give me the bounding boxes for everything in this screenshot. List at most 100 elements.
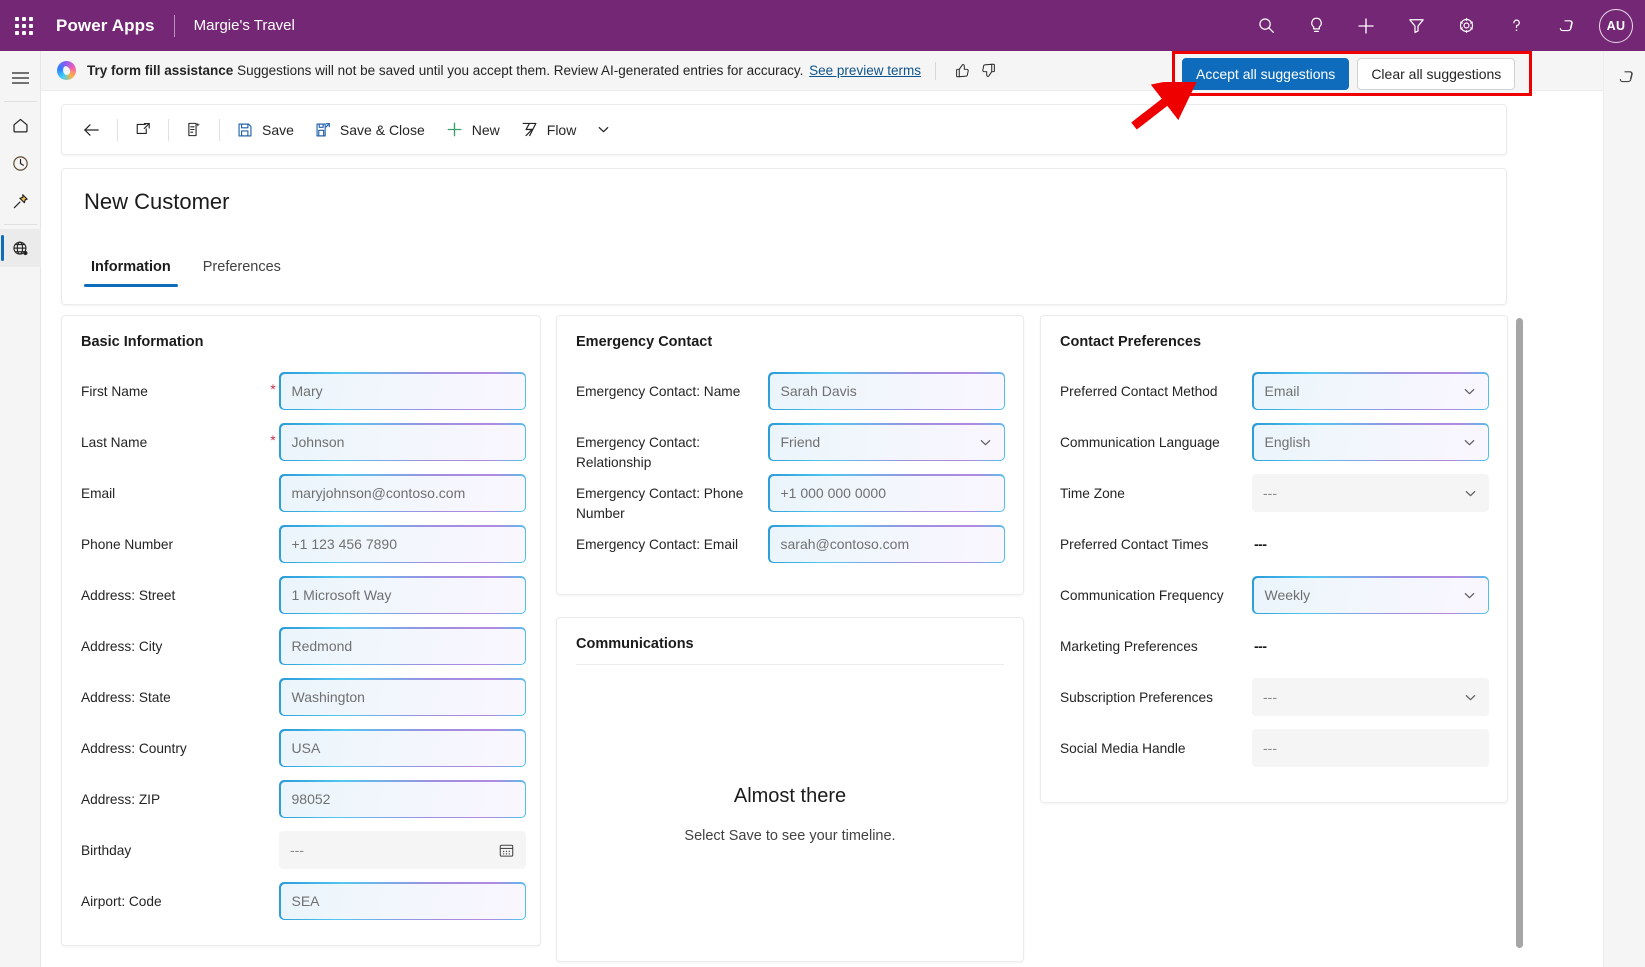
banner-message: Suggestions will not be saved until you … [237, 63, 803, 78]
thumbs-up-icon[interactable] [950, 58, 976, 84]
required-spacer [267, 474, 279, 483]
field-label: First Name [81, 372, 267, 402]
required-spacer [267, 882, 279, 891]
flow-button[interactable]: Flow [510, 112, 587, 148]
gear-icon[interactable] [1441, 0, 1491, 51]
field-label: Time Zone [1060, 474, 1252, 504]
tab-preferences[interactable]: Preferences [196, 255, 288, 287]
form-fill-assist-button[interactable] [175, 112, 213, 148]
field-row-emergency-name: Emergency Contact: Name Sarah Davis [576, 372, 1004, 423]
field-label: Address: Street [81, 576, 267, 606]
app-name[interactable]: Margie's Travel [194, 17, 295, 34]
tab-information[interactable]: Information [84, 255, 178, 287]
calendar-icon[interactable] [498, 842, 515, 859]
form-fill-icon [185, 120, 203, 139]
airport-code-input[interactable]: SEA [279, 882, 526, 920]
field-row-subscription-preferences: Subscription Preferences --- [1060, 678, 1488, 729]
field-value: Sarah Davis [781, 383, 857, 399]
email-input[interactable]: maryjohnson@contoso.com [279, 474, 526, 512]
help-icon[interactable] [1491, 0, 1541, 51]
field-value: English [1265, 434, 1311, 450]
field-label: Preferred Contact Method [1060, 372, 1252, 402]
subscription-preferences-select[interactable]: --- [1252, 678, 1489, 716]
flow-dropdown-button[interactable] [586, 112, 621, 148]
app-launcher-button[interactable] [0, 0, 48, 51]
sidebar-item-recent[interactable] [0, 144, 41, 182]
clear-all-suggestions-button[interactable]: Clear all suggestions [1357, 58, 1515, 90]
field-label: Address: ZIP [81, 780, 267, 810]
copilot-icon[interactable] [1541, 0, 1591, 51]
field-label: Address: State [81, 678, 267, 708]
field-label: Emergency Contact: Name [576, 372, 768, 402]
first-name-input[interactable]: Mary [279, 372, 526, 410]
field-value: 1 Microsoft Way [292, 587, 392, 603]
communication-language-select[interactable]: English [1252, 423, 1489, 461]
save-and-close-icon [314, 121, 332, 139]
required-spacer [267, 525, 279, 534]
last-name-input[interactable]: Johnson [279, 423, 526, 461]
required-spacer [267, 678, 279, 687]
field-label: Communication Frequency [1060, 576, 1252, 606]
search-icon[interactable] [1241, 0, 1291, 51]
main-scrollbar[interactable] [1514, 318, 1525, 958]
globe-icon [11, 239, 30, 258]
sidebar-item-pinned[interactable] [0, 182, 41, 220]
address-state-input[interactable]: Washington [279, 678, 526, 716]
scrollbar-thumb[interactable] [1516, 318, 1523, 948]
save-and-close-label: Save & Close [340, 122, 425, 138]
preferred-contact-method-select[interactable]: Email [1252, 372, 1489, 410]
thumbs-down-icon[interactable] [976, 58, 1002, 84]
address-street-input[interactable]: 1 Microsoft Way [279, 576, 526, 614]
flow-label: Flow [547, 122, 577, 138]
column-contact-preferences: Contact Preferences Preferred Contact Me… [1040, 315, 1508, 825]
required-spacer [267, 831, 279, 840]
address-city-input[interactable]: Redmond [279, 627, 526, 665]
field-value: maryjohnson@contoso.com [292, 485, 466, 501]
emergency-contact-phone-input[interactable]: +1 000 000 0000 [768, 474, 1005, 512]
banner-divider [935, 62, 936, 80]
avatar[interactable]: AU [1599, 9, 1633, 43]
brand-title[interactable]: Power Apps [56, 16, 155, 36]
open-in-new-window-button[interactable] [124, 112, 162, 148]
field-value: Washington [292, 689, 365, 705]
sidebar-item-home[interactable] [0, 106, 41, 144]
field-label: Birthday [81, 831, 267, 861]
accept-all-suggestions-button[interactable]: Accept all suggestions [1182, 58, 1349, 90]
chevron-down-icon [1463, 690, 1478, 705]
save-button[interactable]: Save [226, 112, 304, 148]
field-label: Last Name [81, 423, 267, 453]
field-row-preferred-contact-method: Preferred Contact Method Email [1060, 372, 1488, 423]
filter-icon[interactable] [1391, 0, 1441, 51]
time-zone-select[interactable]: --- [1252, 474, 1489, 512]
save-and-close-button[interactable]: Save & Close [304, 112, 435, 148]
left-nav-rail [0, 51, 41, 967]
field-label: Airport: Code [81, 882, 267, 912]
sidebar-item-globe[interactable] [0, 229, 41, 267]
birthday-date-input[interactable]: --- [279, 831, 526, 869]
copilot-panel-icon[interactable] [1612, 63, 1640, 91]
field-value: SEA [292, 893, 320, 909]
phone-number-input[interactable]: +1 123 456 7890 [279, 525, 526, 563]
field-row-time-zone: Time Zone --- [1060, 474, 1488, 525]
new-button[interactable]: New [435, 112, 510, 148]
emergency-contact-name-input[interactable]: Sarah Davis [768, 372, 1005, 410]
field-label: Phone Number [81, 525, 267, 555]
address-zip-input[interactable]: 98052 [279, 780, 526, 818]
command-divider-3 [219, 119, 220, 141]
card-title: Communications [576, 636, 1004, 652]
field-label: Emergency Contact: Relationship [576, 423, 768, 473]
see-preview-terms-link[interactable]: See preview terms [809, 63, 921, 78]
emergency-contact-email-input[interactable]: sarah@contoso.com [768, 525, 1005, 563]
emergency-contact-relationship-select[interactable]: Friend [768, 423, 1005, 461]
card-basic-information: Basic Information First Name * Mary Last… [61, 315, 541, 946]
back-button[interactable] [72, 112, 111, 148]
field-value: USA [292, 740, 321, 756]
lightbulb-icon[interactable] [1291, 0, 1341, 51]
plus-icon[interactable] [1341, 0, 1391, 51]
social-media-handle-input[interactable]: --- [1252, 729, 1489, 767]
field-label: Marketing Preferences [1060, 627, 1252, 657]
column-basic-information: Basic Information First Name * Mary Last… [61, 315, 541, 967]
hamburger-menu-button[interactable] [0, 59, 41, 97]
address-country-input[interactable]: USA [279, 729, 526, 767]
communication-frequency-select[interactable]: Weekly [1252, 576, 1489, 614]
